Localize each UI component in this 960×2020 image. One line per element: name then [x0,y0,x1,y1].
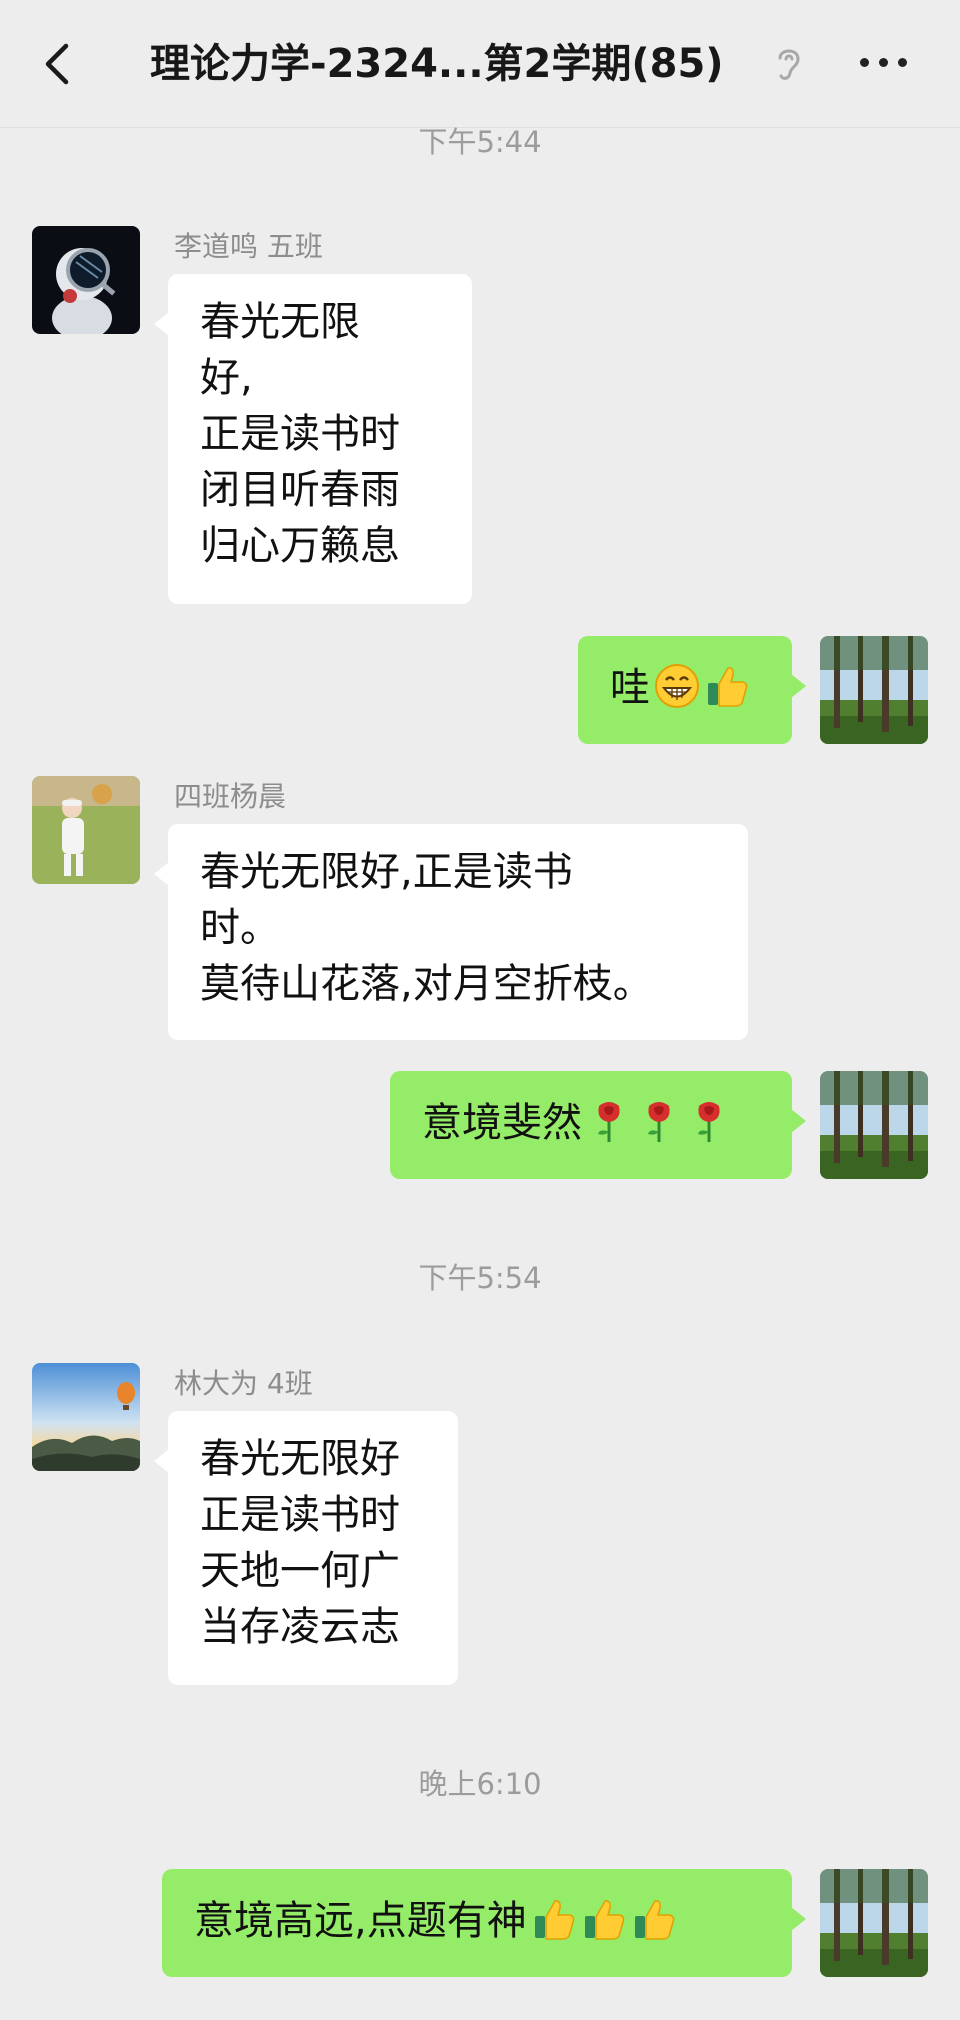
message-text: 意境斐然 [422,1100,582,1146]
avatar[interactable] [32,1363,140,1471]
message-line: 归心万籁息 [200,523,400,569]
message-text: 意境高远,点题有神 [194,1898,527,1944]
avatar[interactable] [820,1869,928,1977]
rose-emoji-icon [586,1098,632,1144]
message-line: 莫待山花落,对月空折枝。 [200,961,653,1007]
message-bubble[interactable]: 意境斐然 [390,1071,806,1179]
sender-name: 四班杨晨 [174,780,287,813]
rose-emoji-icon [636,1098,682,1144]
chat-title: 理论力学-2324...第2学期(85) [150,41,724,87]
thumbs-up-emoji-icon [531,1896,577,1942]
message-line: 时。 [200,905,280,951]
chat-header: 理论力学-2324...第2学期(85) [0,0,960,128]
message-text: 哇 [610,665,650,711]
thumbs-up-emoji-icon [704,663,750,709]
avatar[interactable] [32,776,140,884]
avatar[interactable] [820,636,928,744]
thumbs-up-emoji-icon [631,1896,677,1942]
message-line: 春光无限 [200,299,360,345]
avatar[interactable] [32,226,140,334]
more-dots-icon[interactable] [858,56,910,70]
message-line: 春光无限好,正是读书 [200,849,573,895]
timestamp: 下午5:54 [418,1261,542,1295]
timestamp: 晚上6:10 [418,1767,542,1801]
message-line: 正是读书时 [200,411,400,457]
message-bubble[interactable]: 春光无限 好, 正是读书时 闭目听春雨 归心万籁息 [154,274,472,604]
sender-name: 李道鸣 五班 [174,230,323,263]
message-bubble[interactable]: 哇 [578,636,806,744]
avatar[interactable] [820,1071,928,1179]
thumbs-up-emoji-icon [581,1896,627,1942]
chevron-left-icon[interactable] [38,36,78,92]
message-bubble[interactable]: 春光无限好 正是读书时 天地一何广 当存凌云志 [154,1411,458,1685]
message-line: 正是读书时 [200,1492,400,1538]
message-bubble[interactable]: 春光无限好,正是读书 时。 莫待山花落,对月空折枝。 [154,824,748,1040]
message-line: 春光无限好 [200,1436,400,1482]
sender-name: 林大为 4班 [174,1367,313,1400]
timestamp: 下午5:44 [418,125,542,159]
message-line: 闭目听春雨 [200,467,400,513]
grin-emoji-icon [654,663,700,709]
ear-icon [778,49,800,80]
message-bubble[interactable]: 意境高远,点题有神 [162,1869,806,1977]
message-line: 天地一何广 [200,1548,400,1594]
message-line: 当存凌云志 [200,1604,400,1650]
rose-emoji-icon [686,1098,732,1144]
message-line: 好, [200,355,253,401]
